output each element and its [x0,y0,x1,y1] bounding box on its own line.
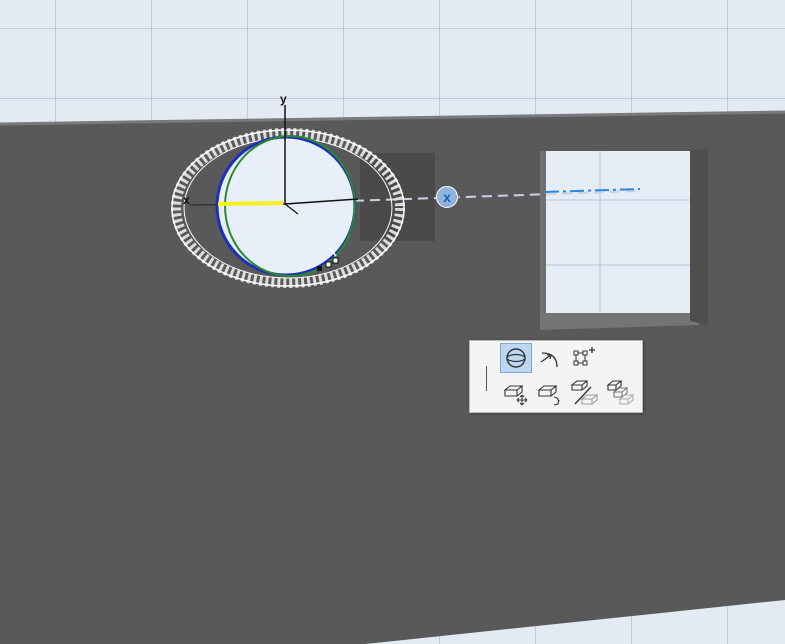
rotate-sphere-button[interactable] [500,343,532,373]
arc-drag-button[interactable] [534,343,566,373]
drag-move-icon [503,385,528,406]
palette-separator [486,366,487,391]
rotate-sphere-icon [506,348,526,368]
multiply-button[interactable] [604,377,636,407]
add-node-icon [573,347,595,366]
multiply-icon [606,380,635,405]
add-node-button[interactable] [568,343,600,373]
x-axis-handle[interactable]: x [436,186,458,208]
pet-palette [469,340,643,413]
arc-drag-icon [540,352,558,368]
drag-move-button[interactable] [500,379,532,409]
y-axis-label: y [280,92,287,106]
rotate-copy-icon [537,385,560,406]
mirror-icon [570,380,599,405]
x-axis-label: x [183,193,190,207]
rotate-copy-button[interactable] [534,379,566,409]
mirror-button[interactable] [568,377,600,407]
window-opening [540,148,708,330]
wall-element[interactable] [0,0,785,644]
3d-viewport[interactable]: y x x [0,0,785,644]
